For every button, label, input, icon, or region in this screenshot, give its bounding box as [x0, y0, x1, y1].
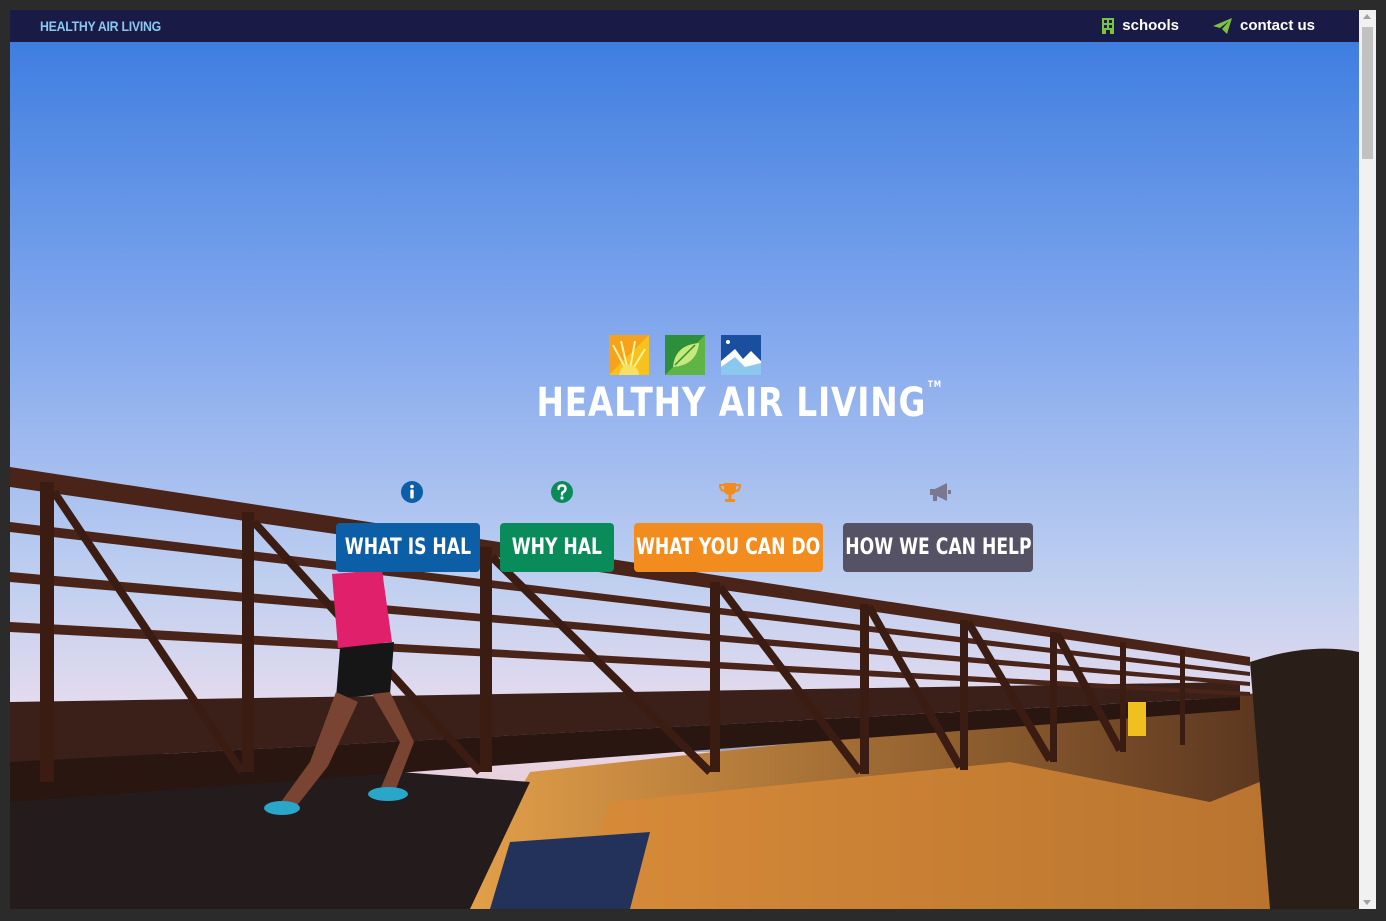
logo-wordmark: HEALTHY AIR LIVING TM: [536, 380, 941, 426]
leaf-icon: [665, 335, 705, 375]
how-we-can-help-label: HOW WE CAN HELP: [844, 535, 1032, 560]
vertical-scrollbar[interactable]: [1359, 10, 1376, 909]
contact-us-label: contact us: [1239, 17, 1315, 34]
paper-plane-icon: [1212, 17, 1232, 34]
browser-viewport: HEALTHY AIR LIVING schools contact us HE…: [10, 10, 1359, 909]
what-is-hal-label: WHAT IS HAL: [344, 535, 472, 560]
how-we-can-help-button[interactable]: HOW WE CAN HELP: [843, 523, 1033, 572]
logo-text: HEALTHY AIR LIVING: [536, 380, 927, 426]
mountain-icon: [721, 335, 761, 375]
hero-section: HEALTHY AIR LIVING TM WHAT IS HAL WHY HAL: [10, 42, 1359, 909]
why-hal-label: WHY HAL: [511, 535, 603, 560]
hero-background-photo: [10, 42, 1359, 909]
sun-icon: [609, 335, 649, 375]
logo-squares: [609, 335, 761, 375]
scroll-down-arrow-icon[interactable]: [1363, 900, 1371, 905]
why-hal-button[interactable]: WHY HAL: [500, 523, 614, 572]
top-navigation-bar: HEALTHY AIR LIVING schools contact us: [10, 10, 1359, 42]
top-nav-links: schools contact us: [1102, 17, 1315, 34]
trademark-symbol: TM: [927, 380, 942, 390]
contact-us-link[interactable]: contact us: [1212, 17, 1315, 34]
what-is-hal-button[interactable]: WHAT IS HAL: [336, 523, 480, 572]
what-you-can-do-label: WHAT YOU CAN DO: [636, 535, 821, 560]
scrollbar-thumb[interactable]: [1362, 27, 1373, 159]
question-icon: [551, 481, 573, 503]
schools-link[interactable]: schools: [1102, 17, 1179, 34]
main-menu: WHAT IS HAL WHY HAL WHAT YOU CAN DO HOW …: [10, 480, 1359, 580]
schools-label: schools: [1122, 17, 1179, 34]
brand-link[interactable]: HEALTHY AIR LIVING: [40, 18, 161, 34]
trophy-icon: [718, 483, 742, 502]
scroll-up-arrow-icon[interactable]: [1363, 14, 1371, 19]
info-icon: [401, 481, 423, 503]
building-icon: [1102, 17, 1115, 34]
what-you-can-do-button[interactable]: WHAT YOU CAN DO: [634, 523, 823, 572]
megaphone-icon: [930, 483, 951, 501]
